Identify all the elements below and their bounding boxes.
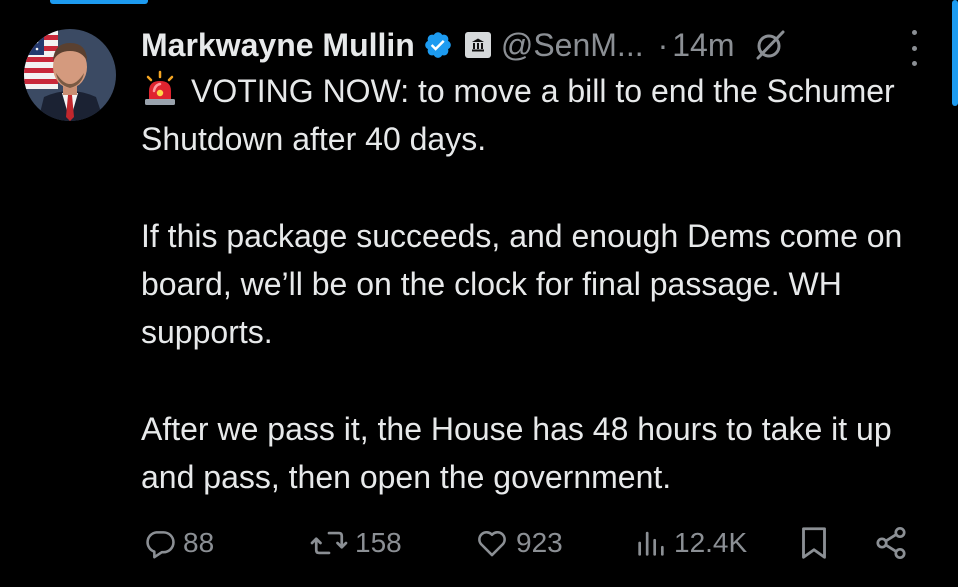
government-building-icon[interactable]	[464, 32, 491, 58]
verified-badge-icon[interactable]	[423, 30, 453, 60]
top-tab-indicator	[50, 0, 148, 4]
repost-count: 158	[355, 527, 402, 558]
post-paragraph-1-text: VOTING NOW: to move a bill to end the Sc…	[141, 73, 895, 158]
post-header: Markwayne Mullin @SenM... · 14m	[141, 24, 787, 66]
post-action-bar: 88 158 923 12.4K	[141, 520, 931, 566]
avatar[interactable]	[24, 29, 116, 121]
repost-icon	[309, 526, 349, 560]
post-paragraph-2: If this package succeeds, and enough Dem…	[141, 217, 903, 351]
views-button[interactable]: 12.4K	[634, 520, 747, 566]
reply-button[interactable]: 88	[143, 520, 214, 566]
post-paragraph-3: After we pass it, the House has 48 hours…	[141, 411, 892, 496]
rotating-light-emoji	[141, 69, 179, 107]
share-icon	[873, 525, 909, 561]
views-count: 12.4K	[674, 527, 748, 558]
views-chart-icon	[634, 526, 668, 560]
share-button[interactable]	[873, 520, 909, 566]
like-count: 923	[516, 527, 563, 558]
more-options-icon[interactable]	[904, 30, 924, 66]
bookmark-icon	[799, 525, 829, 561]
reply-count: 88	[183, 527, 215, 558]
like-button[interactable]: 923	[474, 520, 563, 566]
bookmark-button[interactable]	[799, 520, 829, 566]
scrollbar[interactable]	[952, 0, 958, 106]
profile-photo	[24, 29, 116, 121]
post-timestamp[interactable]: 14m	[672, 27, 734, 64]
separator-dot: ·	[657, 26, 669, 63]
repost-button[interactable]: 158	[309, 520, 402, 566]
reply-icon	[143, 526, 177, 560]
post-text: VOTING NOW: to move a bill to end the Sc…	[141, 67, 941, 502]
author-handle[interactable]: @SenM...	[501, 27, 644, 64]
grok-icon[interactable]	[753, 28, 787, 62]
post-paragraph-1: VOTING NOW: to move a bill to end the Sc…	[141, 67, 941, 164]
heart-icon	[474, 526, 510, 560]
author-name[interactable]: Markwayne Mullin	[141, 27, 415, 64]
